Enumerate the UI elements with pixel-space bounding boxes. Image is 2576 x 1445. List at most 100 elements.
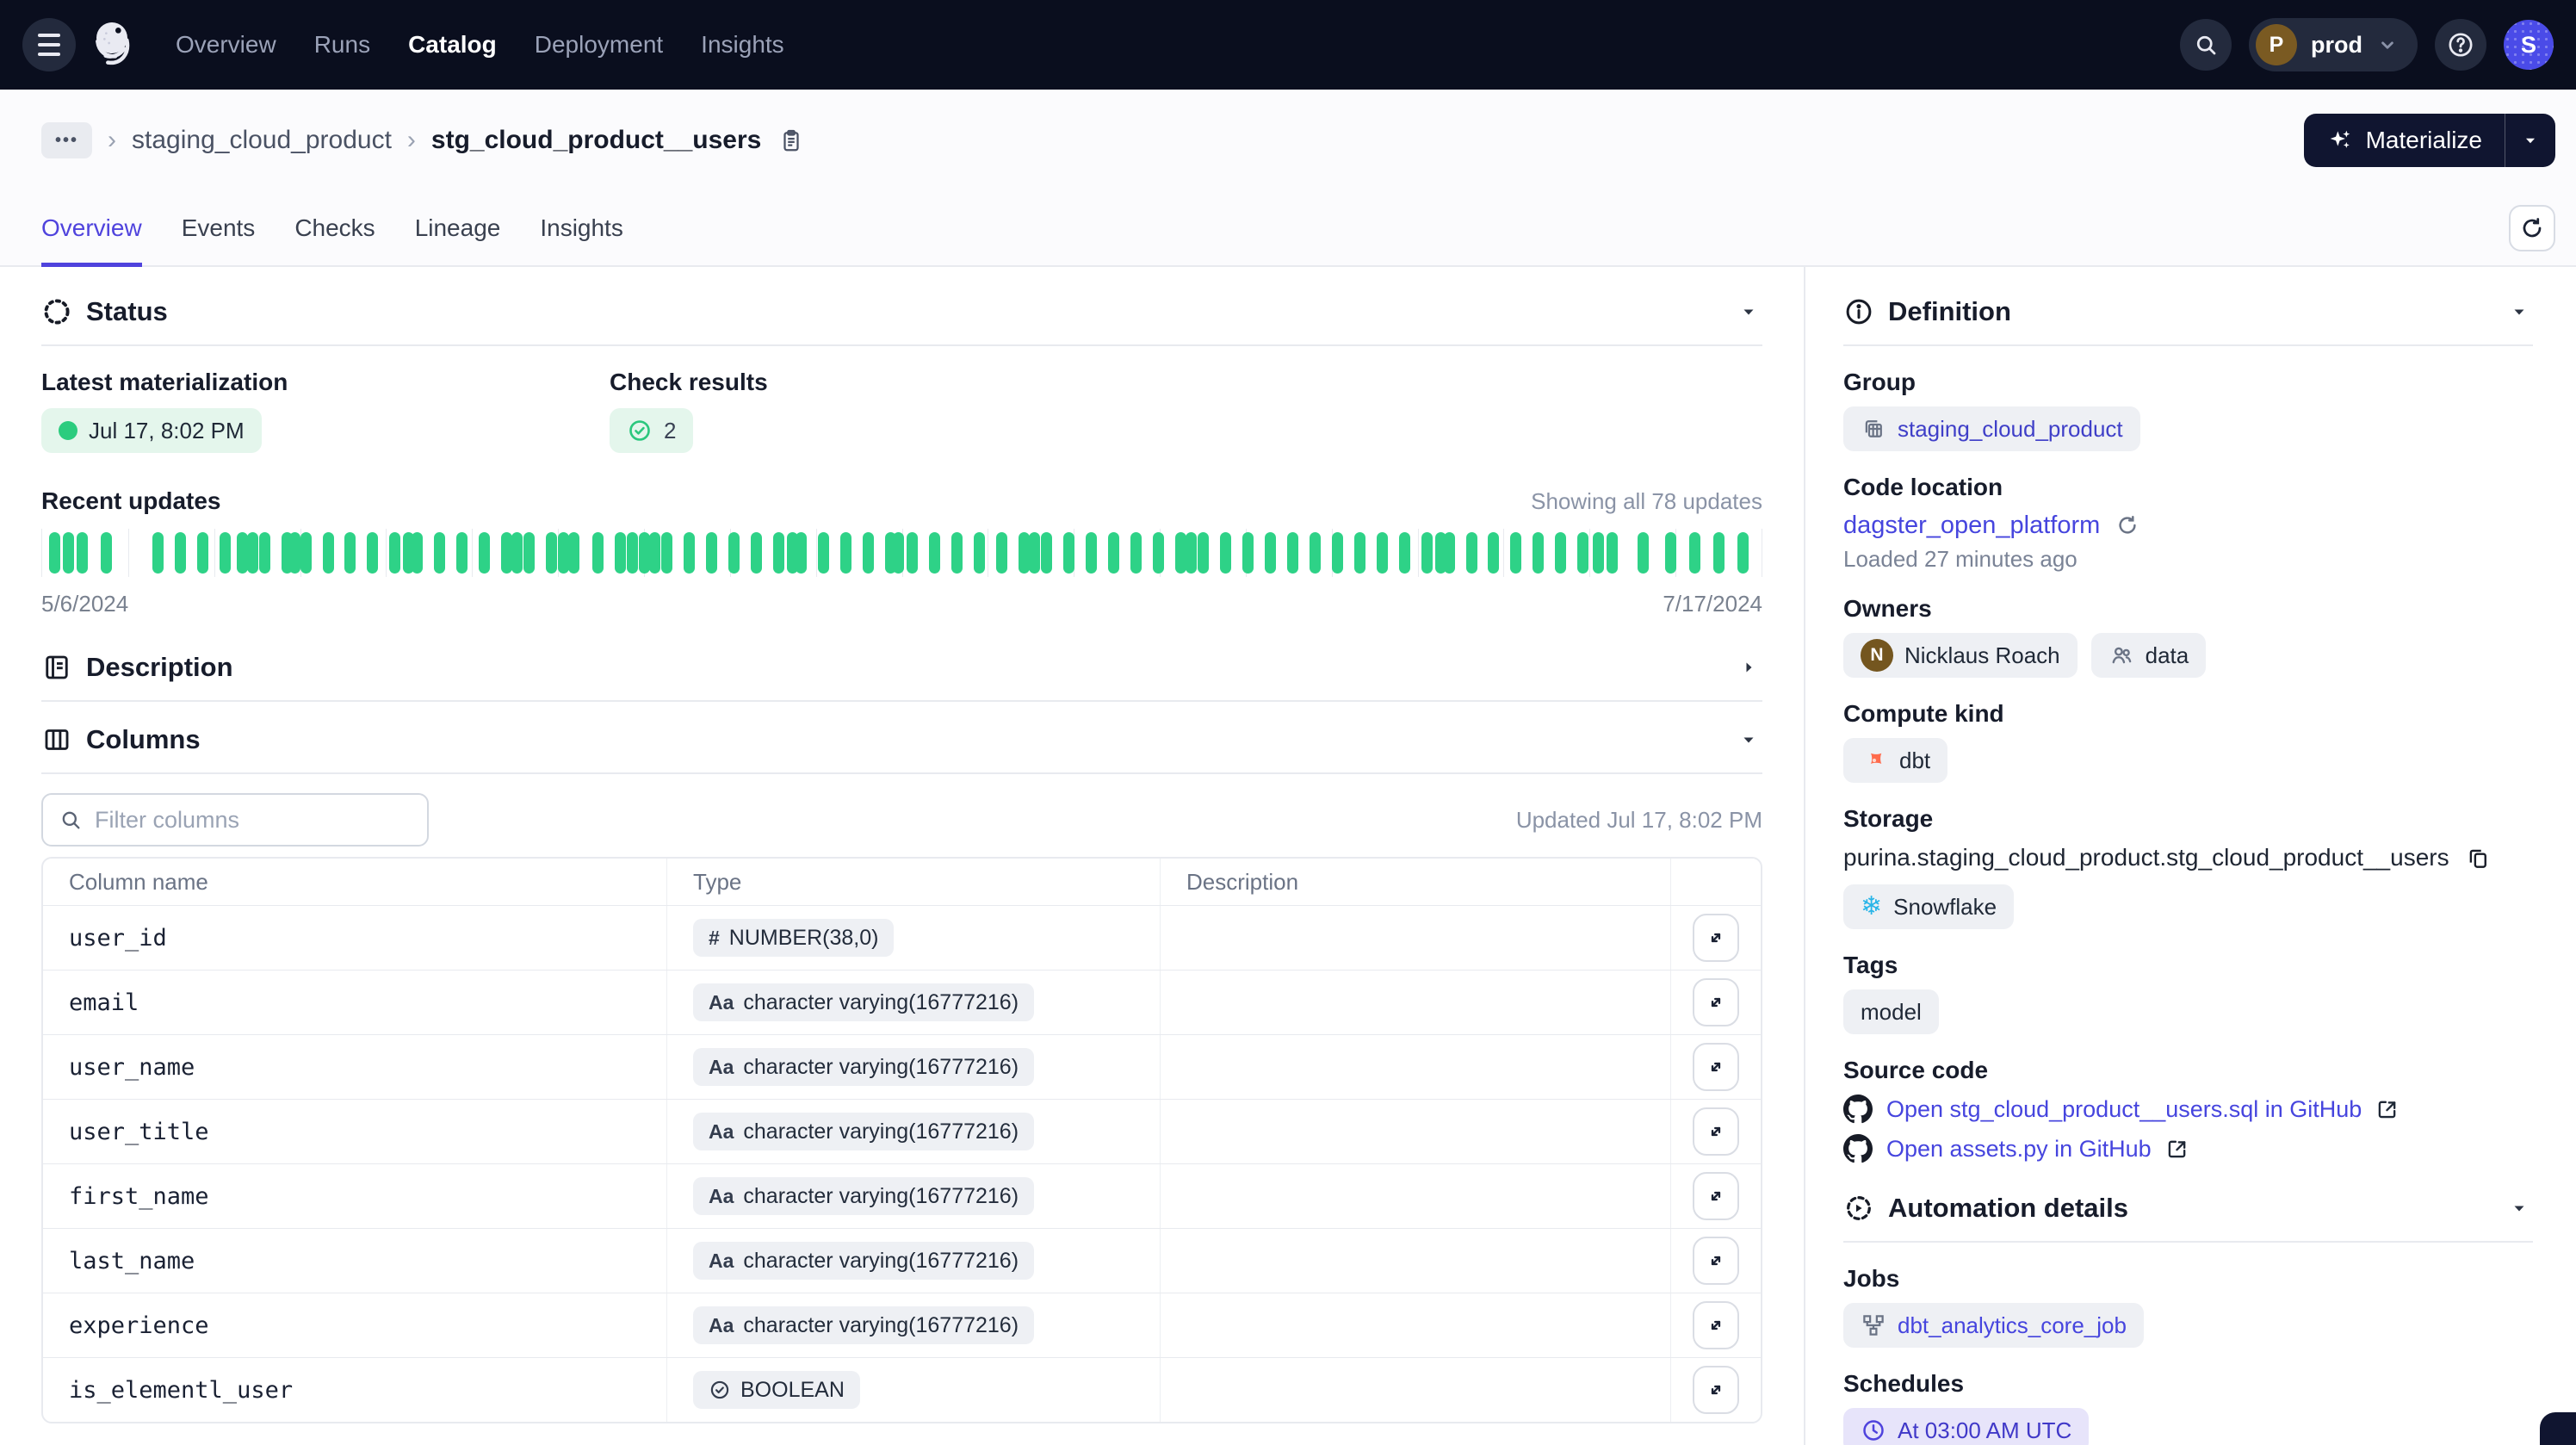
update-bar[interactable]	[1220, 532, 1231, 574]
code-location-link[interactable]: dagster_open_platform	[1843, 512, 2100, 540]
update-bar[interactable]	[1153, 532, 1164, 574]
update-bar[interactable]	[456, 532, 468, 574]
update-bar[interactable]	[237, 532, 248, 574]
owner-pill[interactable]: NNicklaus Roach	[1843, 633, 2078, 678]
update-bar[interactable]	[1466, 532, 1477, 574]
update-bar[interactable]	[367, 532, 378, 574]
column-lineage-button[interactable]	[1693, 1172, 1739, 1220]
update-bar[interactable]	[773, 532, 784, 574]
tab-events[interactable]: Events	[182, 191, 256, 265]
source-code-link[interactable]: Open stg_cloud_product__users.sql in Git…	[1886, 1096, 2362, 1123]
update-bar[interactable]	[220, 532, 231, 574]
column-lineage-button[interactable]	[1693, 978, 1739, 1026]
update-bar[interactable]	[152, 532, 164, 574]
update-bar[interactable]	[974, 532, 985, 574]
materialize-button[interactable]: Materialize	[2304, 114, 2505, 167]
update-bar[interactable]	[568, 532, 579, 574]
user-avatar[interactable]: S	[2504, 20, 2554, 70]
update-bar[interactable]	[863, 532, 874, 574]
check-results-pill[interactable]: 2	[610, 408, 693, 453]
update-bar[interactable]	[1130, 532, 1142, 574]
latest-materialization-pill[interactable]: Jul 17, 8:02 PM	[41, 408, 262, 453]
update-bar[interactable]	[77, 532, 88, 574]
tab-insights[interactable]: Insights	[540, 191, 623, 265]
update-bar[interactable]	[1265, 532, 1276, 574]
copy-storage-path-button[interactable]	[2461, 841, 2494, 874]
update-bar[interactable]	[649, 532, 660, 574]
update-bar[interactable]	[661, 532, 672, 574]
update-bar[interactable]	[1421, 532, 1433, 574]
update-bar[interactable]	[592, 532, 604, 574]
dagster-logo[interactable]	[88, 17, 143, 72]
status-collapse-button[interactable]	[1735, 298, 1762, 326]
update-bar[interactable]	[300, 532, 312, 574]
update-bar[interactable]	[1310, 532, 1321, 574]
update-bar[interactable]	[1638, 532, 1649, 574]
automation-collapse-button[interactable]	[2505, 1194, 2533, 1222]
owner-pill[interactable]: data	[2091, 633, 2207, 678]
search-button[interactable]	[2180, 19, 2232, 71]
nav-item-catalog[interactable]: Catalog	[408, 31, 497, 59]
update-bar[interactable]	[1242, 532, 1254, 574]
update-bar[interactable]	[49, 532, 60, 574]
compute-kind-pill[interactable]: dbt	[1843, 738, 1947, 783]
column-lineage-button[interactable]	[1693, 1107, 1739, 1156]
update-bar[interactable]	[907, 532, 918, 574]
update-bar[interactable]	[197, 532, 208, 574]
update-bar[interactable]	[1689, 532, 1700, 574]
update-bar[interactable]	[929, 532, 940, 574]
update-bar[interactable]	[796, 532, 807, 574]
update-bar[interactable]	[523, 532, 535, 574]
update-bar[interactable]	[1593, 532, 1604, 574]
update-bar[interactable]	[615, 532, 626, 574]
update-bar[interactable]	[344, 532, 356, 574]
update-bar[interactable]	[706, 532, 717, 574]
breadcrumb-ellipsis-button[interactable]: •••	[41, 122, 92, 158]
hamburger-menu-button[interactable]	[22, 18, 76, 71]
update-bar[interactable]	[511, 532, 523, 574]
chat-widget-corner[interactable]	[2540, 1412, 2576, 1445]
help-button[interactable]	[2435, 19, 2486, 71]
update-bar[interactable]	[1108, 532, 1119, 574]
breadcrumb-parent[interactable]: staging_cloud_product	[132, 126, 392, 155]
update-bar[interactable]	[1510, 532, 1521, 574]
update-bar[interactable]	[289, 532, 300, 574]
update-bar[interactable]	[751, 532, 762, 574]
description-expand-button[interactable]	[1735, 654, 1762, 681]
update-bar[interactable]	[1354, 532, 1365, 574]
update-bar[interactable]	[175, 532, 186, 574]
update-bar[interactable]	[1029, 532, 1040, 574]
refresh-button[interactable]	[2509, 205, 2555, 251]
schedule-pill[interactable]: At 03:00 AM UTC	[1843, 1408, 2089, 1445]
update-bar[interactable]	[1186, 532, 1197, 574]
update-bar[interactable]	[1444, 532, 1455, 574]
update-bar[interactable]	[546, 532, 557, 574]
update-bar[interactable]	[412, 532, 423, 574]
update-bar[interactable]	[1332, 532, 1343, 574]
update-bar[interactable]	[1198, 532, 1209, 574]
environment-switcher[interactable]: P prod	[2249, 18, 2418, 71]
column-lineage-button[interactable]	[1693, 1301, 1739, 1349]
update-bar[interactable]	[728, 532, 740, 574]
update-bar[interactable]	[818, 532, 829, 574]
update-bar[interactable]	[627, 532, 638, 574]
column-lineage-button[interactable]	[1693, 1043, 1739, 1091]
update-bar[interactable]	[840, 532, 851, 574]
storage-kind-pill[interactable]: ❄ Snowflake	[1843, 884, 2014, 929]
update-bar[interactable]	[951, 532, 963, 574]
update-bar[interactable]	[1533, 532, 1544, 574]
update-bar[interactable]	[101, 532, 112, 574]
update-bar[interactable]	[63, 532, 74, 574]
update-bar[interactable]	[259, 532, 270, 574]
update-bar[interactable]	[479, 532, 490, 574]
nav-item-runs[interactable]: Runs	[314, 31, 370, 59]
materialize-options-button[interactable]	[2505, 114, 2555, 167]
nav-item-deployment[interactable]: Deployment	[535, 31, 663, 59]
column-lineage-button[interactable]	[1693, 1237, 1739, 1285]
update-bar[interactable]	[893, 532, 904, 574]
nav-item-overview[interactable]: Overview	[176, 31, 276, 59]
update-bar[interactable]	[434, 532, 445, 574]
nav-item-insights[interactable]: Insights	[701, 31, 784, 59]
columns-collapse-button[interactable]	[1735, 726, 1762, 754]
update-bar[interactable]	[1665, 532, 1676, 574]
